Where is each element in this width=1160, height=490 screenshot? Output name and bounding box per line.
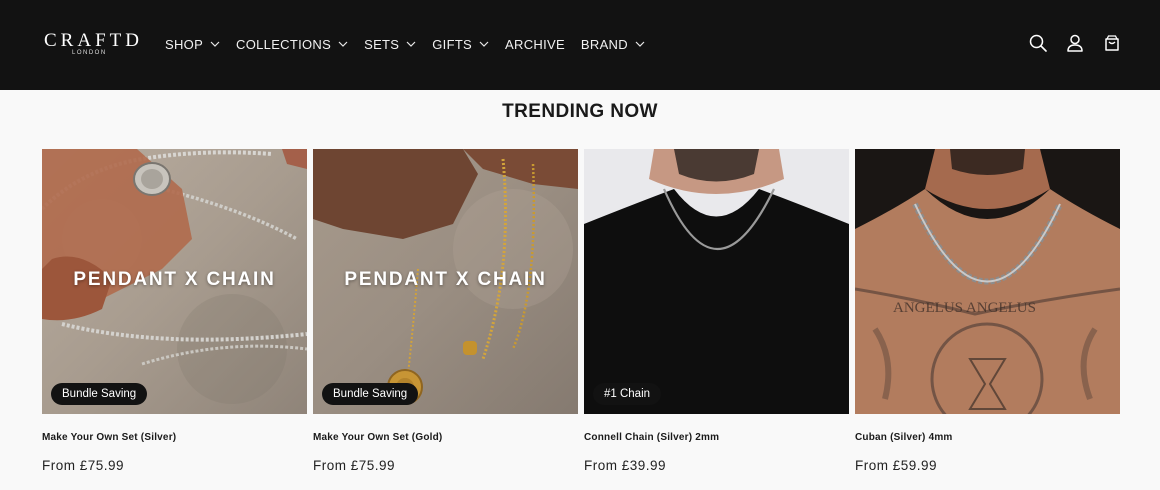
nav-item-label: COLLECTIONS (236, 36, 332, 52)
overlay-text: PENDANT X CHAIN (344, 269, 547, 290)
product-photo-cuban-chain: ANGELUS ANGELUS (855, 149, 1120, 414)
product-badge: #1 Chain (593, 383, 662, 405)
nav-item-sets[interactable]: SETS (364, 33, 416, 55)
product-title[interactable]: Make Your Own Set (Silver) (42, 432, 307, 443)
chevron-down-icon (338, 41, 348, 47)
site-header: CRAFTD LONDON SHOP COLLECTIONS SETS GIFT… (0, 0, 1160, 90)
chevron-down-icon (210, 41, 220, 47)
product-image[interactable]: ANGELUS ANGELUS (855, 149, 1120, 414)
product-price: From £75.99 (313, 458, 396, 473)
product-badge: Bundle Saving (51, 383, 148, 405)
nav-item-label: BRAND (580, 36, 628, 52)
search-icon[interactable] (1028, 31, 1048, 55)
logo-subtitle: LONDON (72, 50, 107, 56)
overlay-text: PENDANT X CHAIN (73, 269, 276, 290)
product-image[interactable]: PENDANT X CHAIN Bundle Saving (42, 149, 307, 414)
chevron-down-icon (406, 41, 416, 47)
chevron-down-icon (479, 41, 489, 47)
brand-logo[interactable]: CRAFTD LONDON (44, 30, 139, 60)
cart-icon[interactable] (1102, 31, 1122, 55)
product-price: From £39.99 (584, 458, 667, 473)
product-title[interactable]: Cuban (Silver) 4mm (855, 432, 1120, 443)
product-card[interactable]: PENDANT X CHAIN Bundle Saving Make Your … (42, 149, 307, 473)
chevron-down-icon (635, 41, 645, 47)
nav-item-label: GIFTS (432, 36, 473, 52)
product-image[interactable]: PENDANT X CHAIN Bundle Saving (313, 149, 578, 414)
nav-item-gifts[interactable]: GIFTS (432, 33, 489, 55)
product-card[interactable]: #1 Chain Connell Chain (Silver) 2mm From… (584, 149, 849, 473)
nav-item-shop[interactable]: SHOP (165, 33, 220, 55)
product-photo-connell-chain (584, 149, 849, 414)
product-image[interactable]: #1 Chain (584, 149, 849, 414)
nav-item-label: SHOP (165, 36, 204, 52)
main-nav: SHOP COLLECTIONS SETS GIFTS ARCHIVE BRAN… (165, 33, 645, 55)
header-icons (1028, 31, 1122, 55)
product-title[interactable]: Make Your Own Set (Gold) (313, 432, 578, 443)
logo-wordmark: CRAFTD (44, 30, 143, 51)
product-badge: Bundle Saving (322, 383, 419, 405)
svg-text:ANGELUS ANGELUS: ANGELUS ANGELUS (893, 300, 1036, 316)
nav-item-label: ARCHIVE (505, 36, 565, 52)
product-card[interactable]: PENDANT X CHAIN Bundle Saving Make Your … (313, 149, 578, 473)
product-title[interactable]: Connell Chain (Silver) 2mm (584, 432, 849, 443)
product-card[interactable]: ANGELUS ANGELUS Cuban (Silver) 4mm From … (855, 149, 1120, 473)
nav-item-brand[interactable]: BRAND (581, 33, 645, 55)
section-title: TRENDING NOW (502, 101, 658, 122)
product-grid: PENDANT X CHAIN Bundle Saving Make Your … (42, 149, 1120, 473)
account-icon[interactable] (1065, 31, 1085, 55)
product-price: From £75.99 (42, 458, 125, 473)
nav-item-collections[interactable]: COLLECTIONS (236, 33, 348, 55)
product-price: From £59.99 (855, 458, 938, 473)
nav-item-label: SETS (364, 36, 400, 52)
nav-item-archive[interactable]: ARCHIVE (505, 33, 565, 55)
